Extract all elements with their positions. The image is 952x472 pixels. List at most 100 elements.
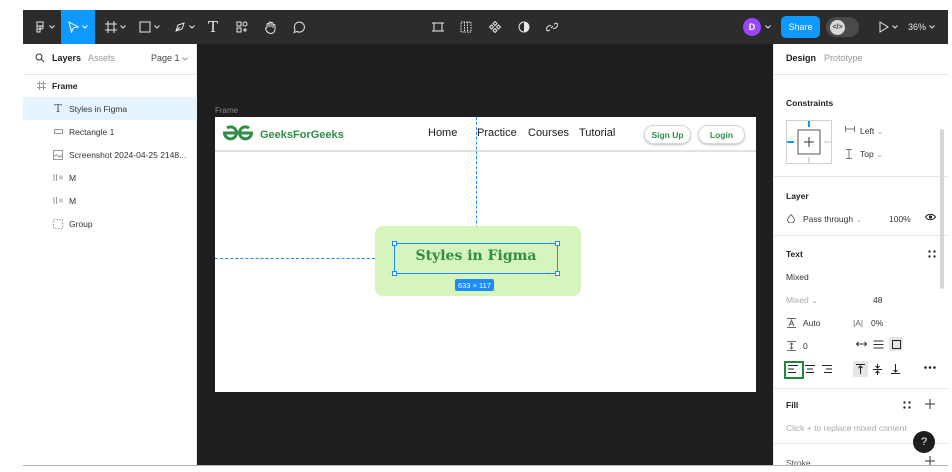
align-middle-icon[interactable] — [873, 364, 882, 375]
text-tool-button[interactable]: T — [204, 10, 222, 44]
font-style-select[interactable]: Mixed ⌄ — [786, 295, 818, 306]
paragraph-spacing-input[interactable]: 0 — [803, 341, 808, 351]
fill-section-title: Fill — [786, 400, 799, 410]
pen-tool-button[interactable] — [170, 10, 198, 44]
site-brand: GeeksForGeeks — [260, 129, 344, 141]
component-tools-button[interactable] — [429, 10, 447, 44]
fill-hint: Click + to replace mixed content — [786, 423, 907, 433]
dev-mode-icon: </> — [830, 19, 845, 35]
align-right-icon[interactable] — [822, 365, 832, 373]
visibility-eye-icon[interactable] — [925, 213, 936, 221]
search-icon[interactable] — [35, 53, 45, 63]
frame-tool-button[interactable] — [101, 10, 129, 44]
font-style-value: Mixed — [786, 295, 809, 305]
tab-prototype[interactable]: Prototype — [824, 53, 863, 63]
constraints-widget[interactable] — [786, 120, 832, 164]
frame-icon — [35, 80, 47, 92]
letter-spacing-icon: |A| — [853, 318, 864, 328]
component-button[interactable] — [486, 10, 504, 44]
auto-width-icon[interactable] — [856, 340, 867, 348]
gfg-logo-icon — [222, 125, 254, 141]
page-selector[interactable]: Page 1 — [151, 53, 188, 63]
layer-screenshot[interactable]: Screenshot 2024-04-25 2148... — [23, 143, 197, 166]
align-top-icon[interactable] — [853, 361, 868, 377]
font-size-input[interactable]: 48 — [873, 295, 882, 305]
move-tool-button[interactable] — [61, 10, 95, 44]
site-navbar: GeeksForGeeks Home Practice Courses Tuto… — [215, 117, 756, 152]
tab-design[interactable]: Design — [786, 53, 816, 63]
panel-scrollbar[interactable] — [940, 129, 944, 289]
text-section-title: Text — [786, 249, 803, 259]
hand-tool-button[interactable] — [261, 10, 279, 44]
chevron-down-icon — [153, 25, 160, 29]
contrast-icon — [518, 21, 530, 33]
layer-rectangle-1[interactable]: Rectangle 1 — [23, 120, 197, 143]
layer-styles-in-figma[interactable]: T Styles in Figma — [23, 97, 197, 120]
divider — [774, 176, 949, 177]
share-button[interactable]: Share — [781, 16, 820, 38]
font-family-select[interactable]: Mixed — [786, 272, 809, 282]
properties-panel: Design Prototype Constraints Left ⌄ Top … — [773, 44, 949, 468]
autolayout-icon — [52, 195, 64, 207]
grid-button[interactable] — [457, 10, 475, 44]
comment-button[interactable] — [289, 10, 307, 44]
selection-box[interactable] — [394, 243, 558, 274]
auto-height-icon[interactable] — [873, 340, 884, 349]
nav-link-home: Home — [428, 127, 458, 139]
line-height-icon — [787, 318, 796, 328]
frame-label[interactable]: Frame — [215, 106, 238, 115]
chevron-down-icon — [188, 25, 195, 29]
main-menu-button[interactable] — [31, 10, 57, 44]
horizontal-constraint-select[interactable]: Left ⌄ — [860, 126, 884, 137]
resources-button[interactable] — [233, 10, 251, 44]
frame[interactable]: GeeksForGeeks Home Practice Courses Tuto… — [215, 117, 756, 392]
fixed-size-icon[interactable] — [889, 337, 903, 351]
add-fill-icon[interactable] — [925, 399, 935, 409]
resize-handle-br[interactable] — [555, 271, 560, 276]
contrast-button[interactable] — [515, 10, 533, 44]
layer-label: Group — [69, 218, 93, 229]
fill-styles-icon[interactable] — [903, 401, 911, 409]
dev-mode-toggle[interactable]: </> — [826, 17, 859, 37]
resize-handle-tr[interactable] — [555, 241, 560, 246]
layer-m[interactable]: M — [23, 189, 197, 212]
shape-tool-button[interactable] — [135, 10, 163, 44]
zoom-dropdown[interactable]: 36% — [908, 10, 935, 44]
chevron-down-icon — [765, 25, 771, 29]
blend-mode-select[interactable]: Pass through ⌄ — [803, 214, 863, 225]
present-button[interactable] — [875, 10, 901, 44]
toolbar: T D Share </> 36% — [23, 10, 948, 44]
figma-main-menu-icon — [36, 21, 43, 33]
site-login-button: Login — [698, 125, 745, 144]
line-height-input[interactable]: Auto — [803, 318, 821, 328]
alignment-guide-horizontal — [215, 258, 375, 259]
layer-m[interactable]: M — [23, 166, 197, 189]
canvas[interactable]: Frame GeeksForGeeks Home Practice Course… — [197, 44, 773, 466]
vertical-constraint-select[interactable]: Top ⌄ — [860, 149, 883, 160]
alignment-guide-vertical — [476, 117, 477, 243]
constraint-diagram-icon — [787, 121, 831, 163]
layer-group[interactable]: Group — [23, 212, 197, 235]
avatar[interactable]: D — [743, 18, 761, 36]
link-button[interactable] — [543, 10, 561, 44]
resize-handle-bl[interactable] — [392, 271, 397, 276]
frame-tool-icon — [104, 21, 117, 33]
tab-assets[interactable]: Assets — [88, 53, 115, 63]
text-tool-icon: T — [207, 18, 218, 36]
more-options-icon[interactable] — [924, 366, 936, 369]
chevron-down-icon: ⌄ — [876, 149, 884, 159]
move-tool-icon — [68, 21, 79, 33]
help-button[interactable]: ? — [913, 431, 935, 453]
horizontal-constraint-value: Left — [860, 126, 875, 136]
avatar-menu-button[interactable] — [763, 10, 773, 44]
layer-frame[interactable]: Frame — [23, 74, 197, 97]
text-styles-icon[interactable] — [928, 250, 936, 258]
opacity-input[interactable]: 100% — [889, 214, 911, 224]
tab-layers[interactable]: Layers — [52, 53, 81, 63]
layer-label: M — [69, 172, 77, 183]
resize-handle-tl[interactable] — [392, 241, 397, 246]
component-icon — [489, 21, 501, 33]
letter-spacing-input[interactable]: 0% — [871, 318, 883, 328]
align-center-icon[interactable] — [805, 365, 815, 373]
align-bottom-icon[interactable] — [891, 364, 900, 374]
